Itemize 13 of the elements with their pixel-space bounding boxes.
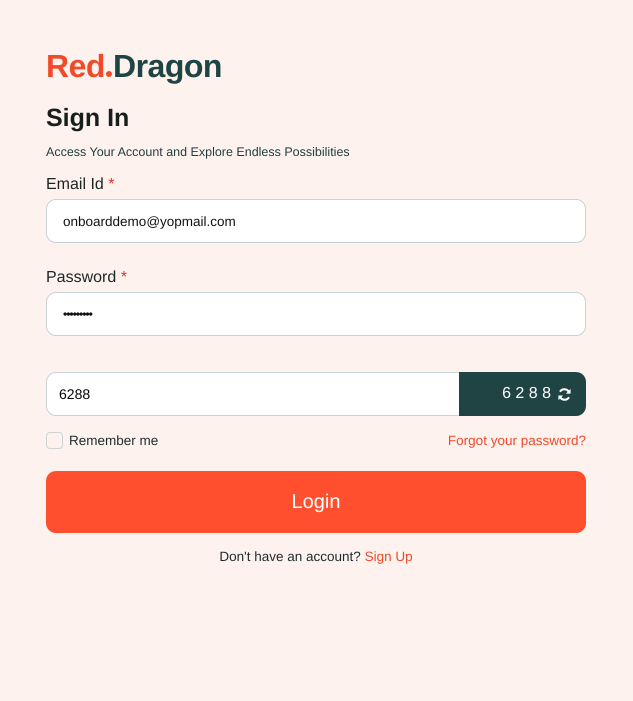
captcha-code: 6 2 8 8 bbox=[502, 385, 551, 403]
input-field[interactable]: ••••••••• bbox=[46, 292, 586, 336]
brand-logo: Red Dragon bbox=[46, 47, 222, 86]
page-title: Sign In bbox=[46, 104, 130, 133]
remember-checkbox[interactable] bbox=[46, 432, 63, 449]
field-label: Password * bbox=[46, 269, 128, 287]
refresh-icon[interactable] bbox=[557, 386, 572, 402]
field-label: Email Id * bbox=[46, 176, 116, 194]
remember-label: Remember me bbox=[69, 433, 158, 448]
signup-prompt: Don't have an account? bbox=[219, 549, 361, 564]
page-subtitle: Access Your Account and Explore Endless Possibilities bbox=[46, 145, 351, 159]
input-field[interactable]: onboarddemo@yopmail.com bbox=[46, 199, 586, 243]
captcha-input-field[interactable]: 6288 bbox=[46, 372, 459, 416]
